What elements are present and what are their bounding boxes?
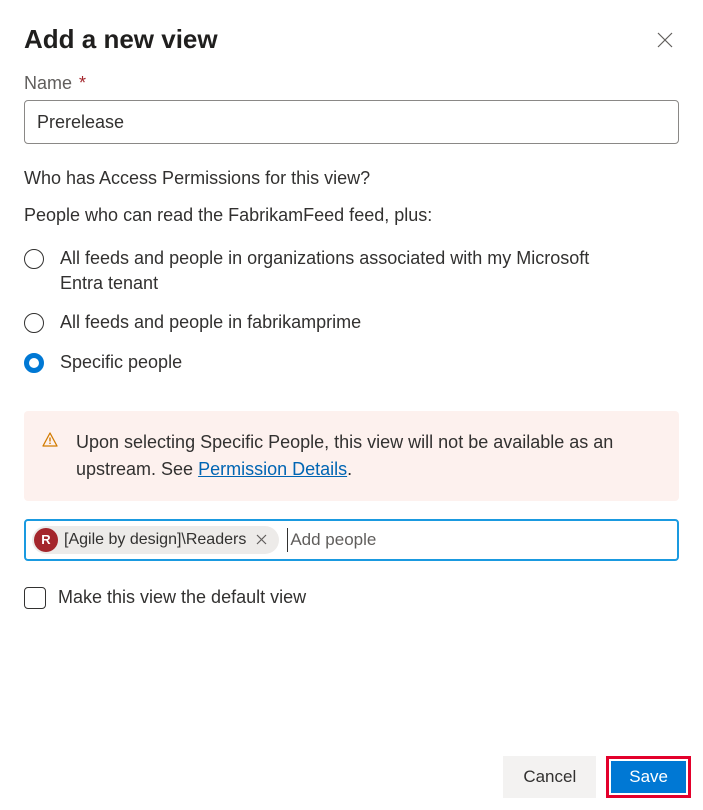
people-input[interactable] [287, 528, 671, 552]
default-view-label: Make this view the default view [58, 587, 306, 608]
radio-indicator [24, 353, 44, 373]
radio-label: All feeds and people in organizations as… [60, 246, 620, 296]
specific-people-notice: Upon selecting Specific People, this vie… [24, 411, 679, 501]
people-chip: R [Agile by design]\Readers [32, 526, 279, 554]
radio-option-specific-people[interactable]: Specific people [24, 350, 679, 375]
name-label: Name * [24, 73, 679, 94]
radio-indicator [24, 313, 44, 333]
radio-label: Specific people [60, 350, 182, 375]
radio-option-entra-tenant[interactable]: All feeds and people in organizations as… [24, 246, 679, 296]
name-label-text: Name [24, 73, 72, 93]
close-button[interactable] [651, 26, 679, 54]
dialog-header: Add a new view [24, 24, 679, 55]
name-input[interactable] [24, 100, 679, 144]
people-picker[interactable]: R [Agile by design]\Readers [24, 519, 679, 561]
chip-remove-button[interactable] [252, 532, 271, 548]
required-indicator: * [79, 73, 86, 93]
warning-icon [42, 432, 58, 455]
notice-text: Upon selecting Specific People, this vie… [76, 429, 659, 483]
dialog-title: Add a new view [24, 24, 218, 55]
permissions-question: Who has Access Permissions for this view… [24, 168, 679, 189]
default-view-checkbox[interactable] [24, 587, 46, 609]
permission-details-link[interactable]: Permission Details [198, 459, 347, 479]
close-icon [256, 534, 267, 545]
dialog-footer: Cancel Save [503, 756, 691, 798]
permissions-subline: People who can read the FabrikamFeed fee… [24, 205, 679, 226]
radio-indicator [24, 249, 44, 269]
save-button-highlight: Save [606, 756, 691, 798]
close-icon [657, 32, 673, 48]
cancel-button[interactable]: Cancel [503, 756, 596, 798]
notice-text-after: . [347, 459, 352, 479]
radio-option-fabrikamprime[interactable]: All feeds and people in fabrikamprime [24, 310, 679, 335]
chip-label: [Agile by design]\Readers [64, 531, 246, 549]
radio-label: All feeds and people in fabrikamprime [60, 310, 361, 335]
default-view-checkbox-row[interactable]: Make this view the default view [24, 587, 679, 609]
avatar: R [34, 528, 58, 552]
permissions-radio-group: All feeds and people in organizations as… [24, 246, 679, 375]
save-button[interactable]: Save [611, 761, 686, 793]
